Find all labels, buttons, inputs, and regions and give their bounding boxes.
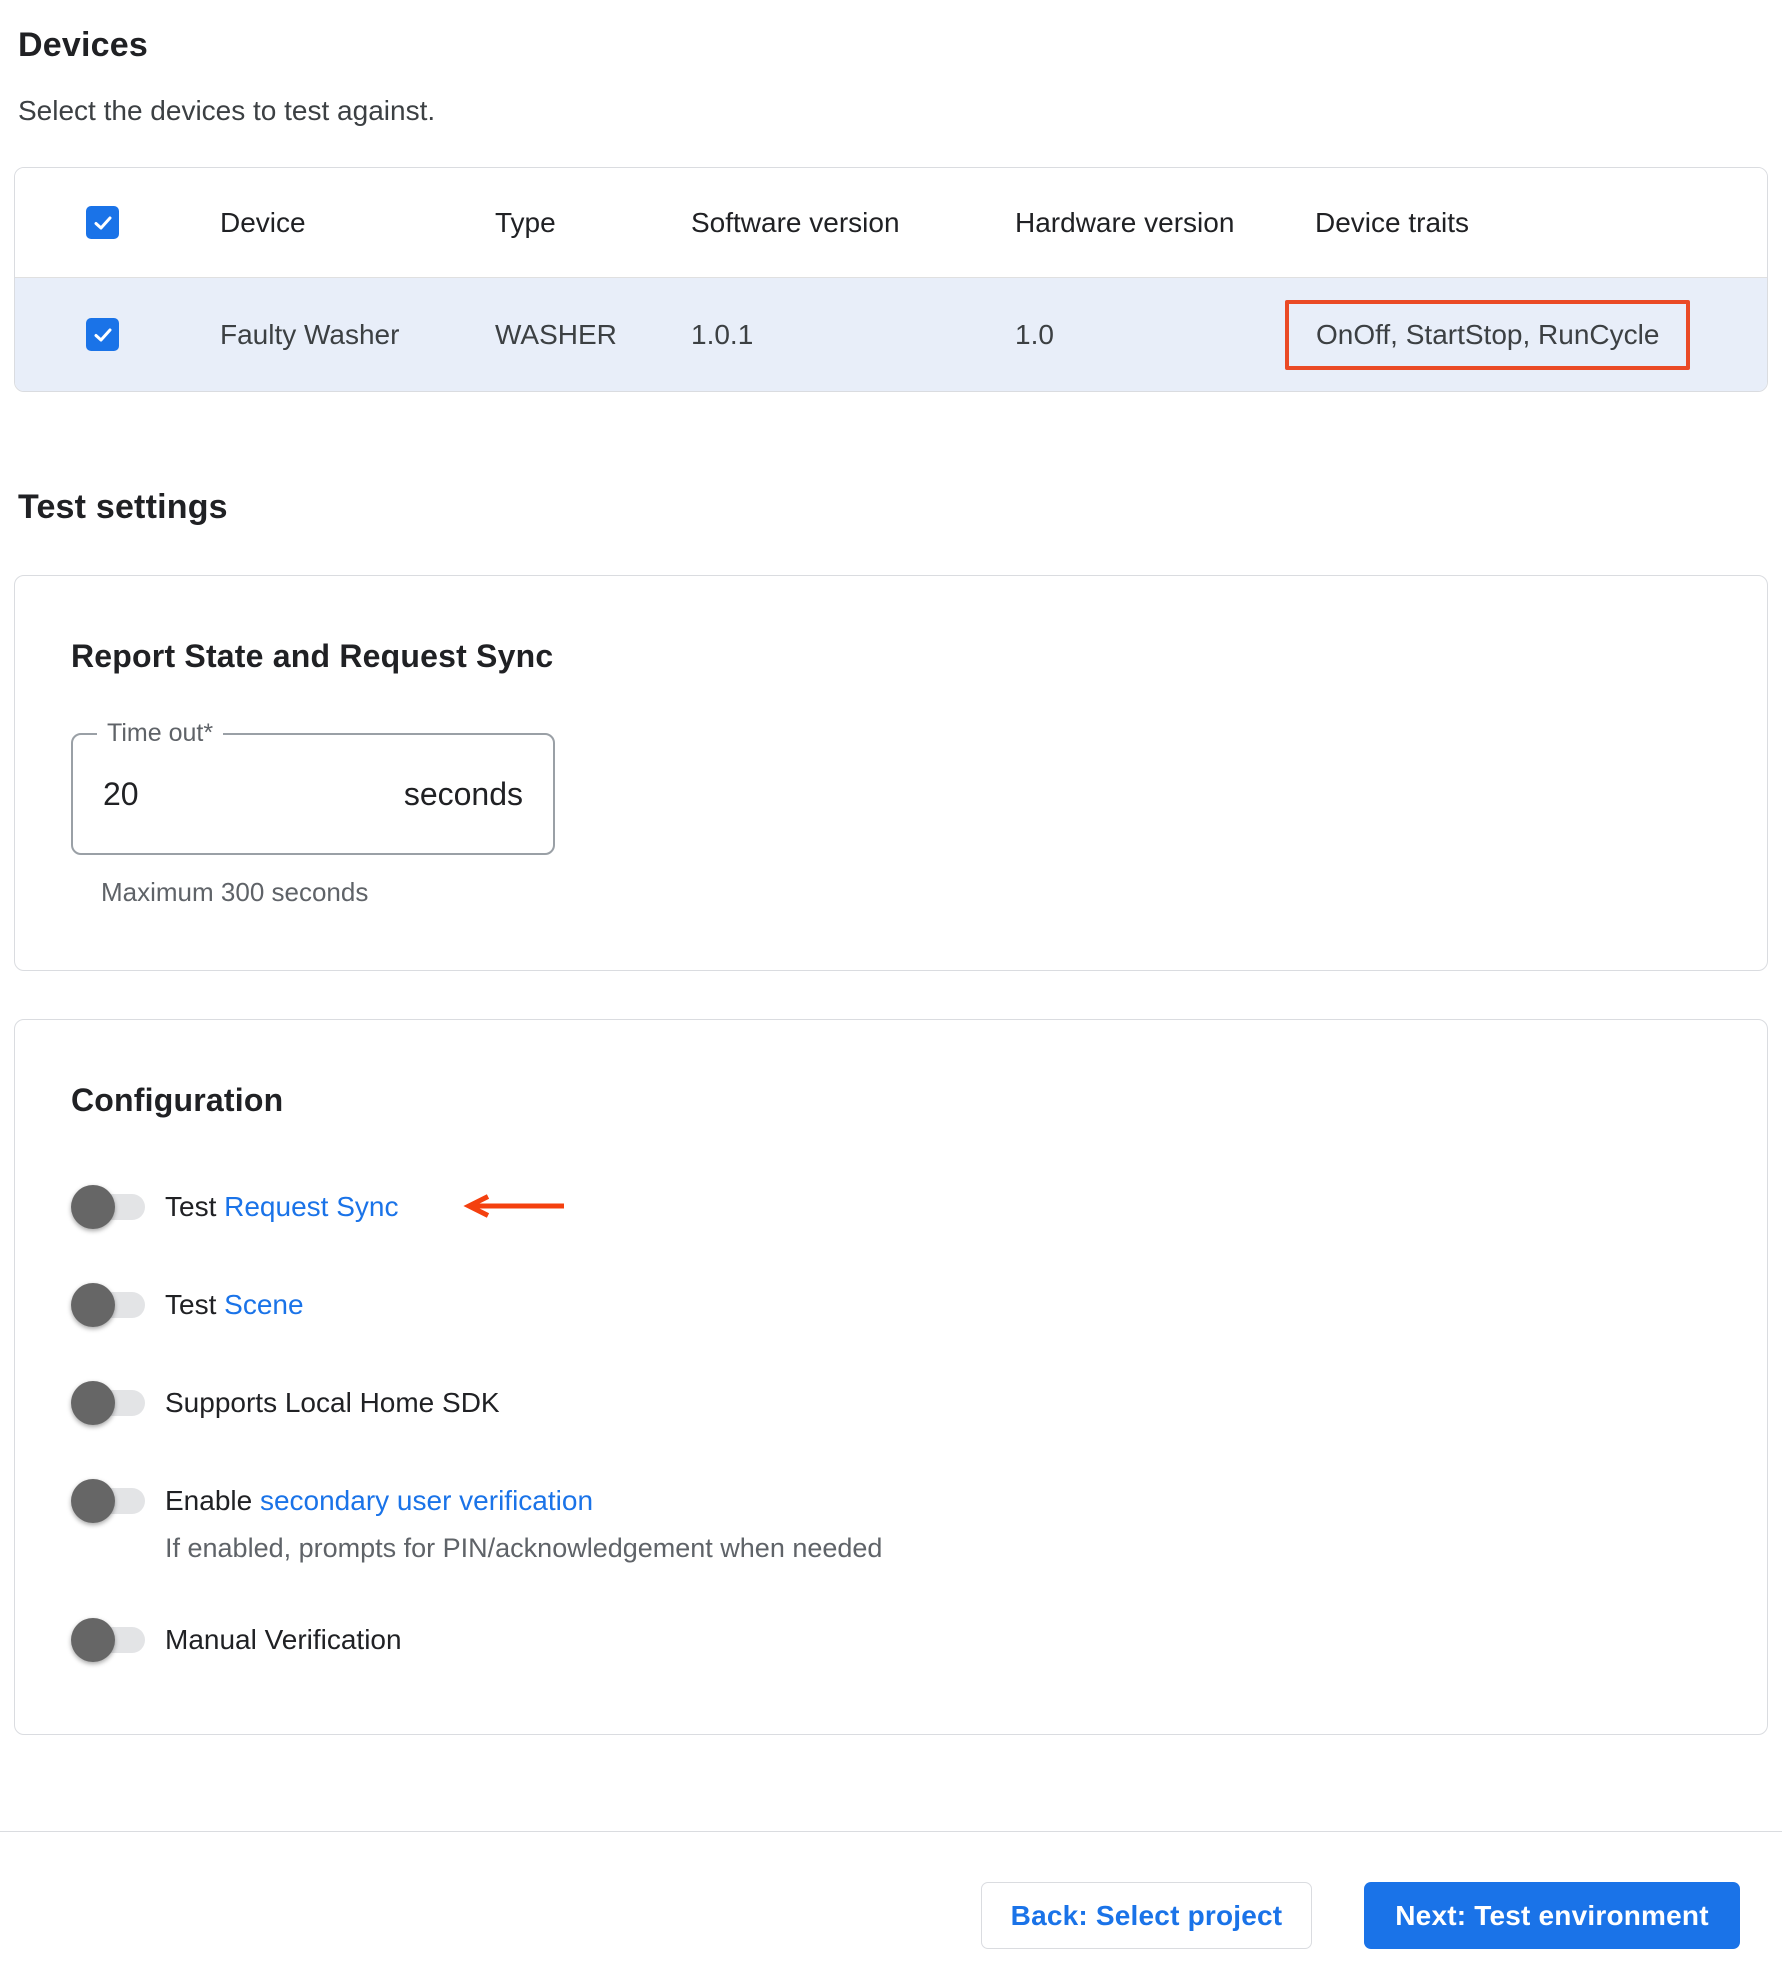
timeout-input[interactable]	[103, 775, 323, 813]
device-type-cell: WASHER	[495, 318, 617, 350]
manual-verification-toggle[interactable]	[71, 1618, 145, 1662]
column-header-type: Type	[495, 206, 556, 238]
toggle-row-test-request-sync: Test Request Sync	[71, 1185, 1711, 1229]
device-name-cell: Faulty Washer	[220, 318, 400, 350]
row-checkbox-cell	[72, 318, 220, 351]
toggle-knob	[71, 1185, 115, 1229]
toggle-label: Supports Local Home SDK	[165, 1387, 500, 1419]
toggle-row-test-scene: Test Scene	[71, 1283, 1711, 1327]
toggle-row-local-home-sdk: Supports Local Home SDK	[71, 1381, 1711, 1425]
toggle-label-text: Manual Verification	[165, 1624, 402, 1655]
secondary-verification-toggle[interactable]	[71, 1479, 145, 1523]
back-select-project-button[interactable]: Back: Select project	[981, 1882, 1312, 1949]
select-all-checkbox[interactable]	[86, 206, 119, 239]
toggle-knob	[71, 1381, 115, 1425]
scene-link[interactable]: Scene	[224, 1289, 303, 1320]
device-traits-highlight-box: OnOff, StartStop, RunCycle	[1285, 299, 1691, 370]
request-sync-link[interactable]: Request Sync	[224, 1191, 398, 1222]
local-home-sdk-toggle[interactable]	[71, 1381, 145, 1425]
toggle-label: Enable secondary user verification	[165, 1485, 593, 1517]
toggle-label: Manual Verification	[165, 1624, 402, 1656]
toggle-row-secondary-verification: Enable secondary user verification	[71, 1479, 1711, 1523]
column-header-software-version: Software version	[691, 206, 900, 238]
device-traits-cell: OnOff, StartStop, RunCycle	[1285, 299, 1767, 370]
test-settings-title: Test settings	[18, 488, 228, 526]
toggle-knob	[71, 1283, 115, 1327]
toggle-row-manual-verification: Manual Verification	[71, 1618, 1711, 1662]
software-version-cell: 1.0.1	[691, 318, 754, 350]
toggle-label-text: Supports Local Home SDK	[165, 1387, 500, 1418]
report-card-title: Report State and Request Sync	[71, 638, 554, 674]
report-state-card: Report State and Request Sync Time out* …	[14, 575, 1768, 971]
timeout-field: Time out* seconds	[71, 719, 555, 855]
check-icon	[94, 328, 111, 341]
devices-subtitle: Select the devices to test against.	[18, 95, 436, 126]
next-test-environment-button[interactable]: Next: Test environment	[1364, 1882, 1740, 1949]
configuration-card: Configuration Test Request Sync Test Sce…	[14, 1019, 1768, 1735]
toggle-label-text: Test	[165, 1191, 225, 1222]
column-header-hardware-version: Hardware version	[1015, 206, 1235, 238]
secondary-user-verification-link[interactable]: secondary user verification	[260, 1485, 593, 1516]
select-all-checkbox-cell	[72, 206, 220, 239]
configuration-card-title: Configuration	[71, 1082, 284, 1118]
column-header-device: Device	[220, 206, 306, 238]
hardware-version-cell: 1.0	[1015, 318, 1054, 350]
page-content: Devices Select the devices to test again…	[0, 26, 1782, 1735]
secondary-verification-subtext: If enabled, prompts for PIN/acknowledgem…	[165, 1533, 883, 1563]
check-icon	[94, 216, 111, 229]
timeout-unit-suffix: seconds	[403, 775, 523, 812]
toggle-knob	[71, 1479, 115, 1523]
device-row-checkbox[interactable]	[86, 318, 119, 351]
footer-actions: Back: Select project Next: Test environm…	[0, 1832, 1782, 1967]
toggle-knob	[71, 1618, 115, 1662]
red-arrow-annotation-icon	[463, 1194, 565, 1218]
page-title: Devices	[18, 26, 148, 64]
device-row: Faulty Washer WASHER 1.0.1 1.0 OnOff, St…	[15, 278, 1767, 391]
timeout-field-label: Time out*	[97, 719, 224, 748]
test-request-sync-toggle[interactable]	[71, 1185, 145, 1229]
devices-table: Device Type Software version Hardware ve…	[14, 167, 1768, 392]
toggle-label-text: Enable	[165, 1485, 260, 1516]
toggle-label-text: Test	[165, 1289, 225, 1320]
toggle-group-secondary-verification: Enable secondary user verification If en…	[71, 1479, 1711, 1564]
toggle-label: Test Scene	[165, 1289, 304, 1321]
column-header-device-traits: Device traits	[1315, 206, 1470, 238]
timeout-helper-text: Maximum 300 seconds	[101, 877, 369, 907]
toggle-label: Test Request Sync	[165, 1191, 566, 1223]
test-scene-toggle[interactable]	[71, 1283, 145, 1327]
devices-table-header: Device Type Software version Hardware ve…	[15, 168, 1767, 278]
